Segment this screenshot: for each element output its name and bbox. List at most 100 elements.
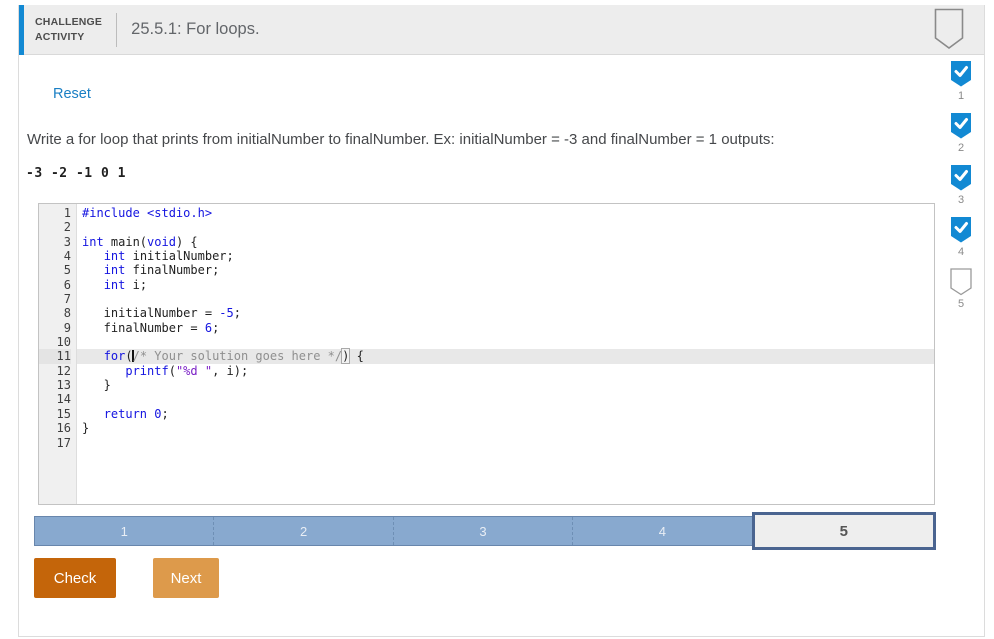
instruction-text: Write a for loop that prints from initia…	[27, 131, 927, 148]
step-number: 5	[958, 298, 964, 310]
next-button[interactable]: Next	[153, 558, 219, 598]
code-token: 0	[154, 407, 161, 421]
gutter-line-number: 15	[39, 407, 71, 421]
code-token	[82, 349, 104, 363]
code-token: for	[104, 349, 126, 363]
empty-shield-icon	[950, 268, 972, 296]
code-token: ;	[234, 306, 241, 320]
code-line[interactable]: printf("%d ", i);	[82, 364, 934, 378]
code-token: ;	[162, 407, 169, 421]
gutter-line-number: 16	[39, 421, 71, 435]
code-token: #include <stdio.h>	[82, 206, 212, 220]
code-token: finalNumber =	[82, 321, 205, 335]
shield-outline-icon	[934, 8, 964, 55]
code-token: main(	[104, 235, 147, 249]
code-line[interactable]	[82, 292, 934, 306]
code-line[interactable]	[82, 220, 934, 234]
gutter-line-number: 9	[39, 321, 71, 335]
check-shield-icon	[950, 216, 972, 244]
header-divider	[116, 13, 117, 47]
example-output: -3 -2 -1 0 1	[26, 166, 126, 181]
code-line[interactable]: }	[82, 378, 934, 392]
gutter-line-number: 13	[39, 378, 71, 392]
code-line[interactable]: #include <stdio.h>	[82, 206, 934, 220]
code-token: int	[82, 235, 104, 249]
activity-title: 25.5.1: For loops.	[131, 20, 259, 39]
check-shield-icon	[950, 112, 972, 140]
code-line[interactable]	[82, 436, 934, 450]
code-token: finalNumber;	[125, 263, 219, 277]
code-line[interactable]: for(/* Your solution goes here */) {	[77, 349, 934, 363]
code-token: ;	[212, 321, 219, 335]
gutter-line-number: 6	[39, 278, 71, 292]
step-indicator-2: 2	[950, 112, 972, 154]
code-token	[82, 407, 104, 421]
progress-segment-4: 4	[572, 517, 751, 545]
code-line[interactable]: int main(void) {	[82, 235, 934, 249]
editor-gutter: 1234567891011121314151617	[39, 204, 77, 504]
gutter-line-number: 14	[39, 392, 71, 406]
gutter-line-number: 3	[39, 235, 71, 249]
step-number: 4	[958, 246, 964, 258]
steps-rail: 1 2 3 4 5	[946, 60, 976, 320]
code-line[interactable]	[82, 392, 934, 406]
code-line[interactable]: finalNumber = 6;	[82, 321, 934, 335]
gutter-line-number: 12	[39, 364, 71, 378]
code-token: 6	[205, 321, 212, 335]
gutter-line-number: 11	[39, 349, 71, 363]
progress-segment-5: 5	[752, 512, 936, 550]
kicker-line-2: ACTIVITY	[35, 30, 102, 44]
step-number: 1	[958, 90, 964, 102]
gutter-line-number: 10	[39, 335, 71, 349]
editor-code[interactable]: #include <stdio.h> int main(void) { int …	[77, 204, 934, 504]
gutter-line-number: 2	[39, 220, 71, 234]
code-editor[interactable]: 1234567891011121314151617 #include <stdi…	[38, 203, 935, 505]
code-token: return	[104, 407, 147, 421]
progress-segment-2: 2	[213, 517, 392, 545]
gutter-line-number: 5	[39, 263, 71, 277]
code-line[interactable]: return 0;	[82, 407, 934, 421]
step-number: 2	[958, 142, 964, 154]
step-number: 3	[958, 194, 964, 206]
progress-bar: 12345	[34, 516, 936, 546]
code-token: printf	[125, 364, 168, 378]
code-token: i;	[125, 278, 147, 292]
code-token: }	[82, 378, 111, 392]
code-token: , i);	[212, 364, 248, 378]
header-accent-bar	[19, 5, 24, 55]
code-line[interactable]: int finalNumber;	[82, 263, 934, 277]
code-token	[82, 263, 104, 277]
gutter-line-number: 1	[39, 206, 71, 220]
code-line[interactable]: initialNumber = -5;	[82, 306, 934, 320]
kicker-line-1: CHALLENGE	[35, 15, 102, 29]
code-line[interactable]: int initialNumber;	[82, 249, 934, 263]
check-button[interactable]: Check	[34, 558, 116, 598]
step-indicator-5: 5	[950, 268, 972, 310]
gutter-line-number: 17	[39, 436, 71, 450]
progress-segment-3: 3	[393, 517, 572, 545]
code-token: -5	[219, 306, 233, 320]
code-line[interactable]: }	[82, 421, 934, 435]
challenge-activity-card: CHALLENGE ACTIVITY 25.5.1: For loops. Re…	[18, 5, 985, 637]
step-indicator-1: 1	[950, 60, 972, 102]
code-line[interactable]	[82, 335, 934, 349]
code-token	[82, 278, 104, 292]
code-token: ) {	[176, 235, 198, 249]
step-indicator-4: 4	[950, 216, 972, 258]
code-token: }	[82, 421, 89, 435]
progress-segment-1: 1	[35, 517, 213, 545]
code-token: {	[349, 349, 363, 363]
activity-header: CHALLENGE ACTIVITY 25.5.1: For loops.	[19, 5, 984, 55]
code-token: "%d "	[176, 364, 212, 378]
code-token	[82, 364, 125, 378]
code-token: initialNumber =	[82, 306, 219, 320]
reset-link[interactable]: Reset	[53, 86, 91, 102]
gutter-line-number: 8	[39, 306, 71, 320]
check-shield-icon	[950, 60, 972, 88]
code-token: /* Your solution goes here */	[133, 349, 343, 363]
code-line[interactable]: int i;	[82, 278, 934, 292]
code-token: int	[104, 249, 126, 263]
gutter-line-number: 7	[39, 292, 71, 306]
check-shield-icon	[950, 164, 972, 192]
code-token: int	[104, 278, 126, 292]
